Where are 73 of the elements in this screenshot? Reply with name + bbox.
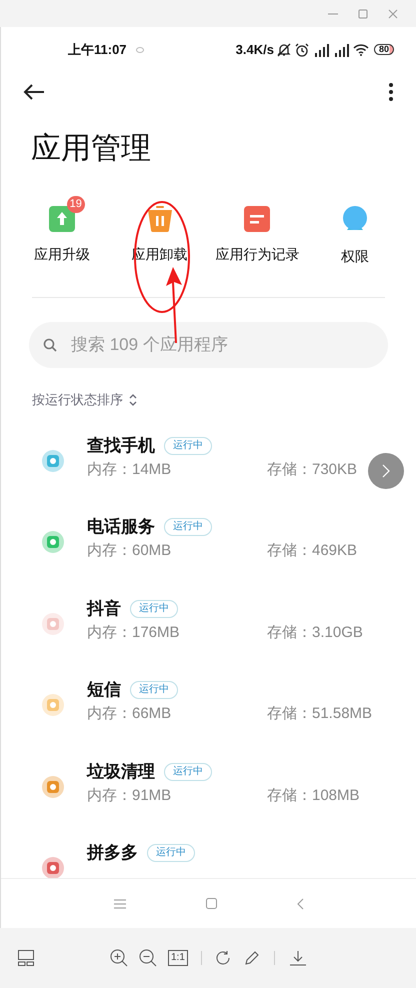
app-row[interactable]: 电话服务 运行中 内存：60MB 存储：469KB [1,515,416,596]
arrow-left-icon [23,84,45,100]
status-tag: 运行中 [164,762,212,780]
memory-usage: 内存：60MB [87,541,172,561]
pencil-icon[interactable] [244,950,260,966]
status-tag: 运行中 [130,681,178,699]
app-name: 短信 [87,679,121,701]
menu-icon[interactable] [114,898,126,908]
clock-text: 上午11:07 [68,40,127,59]
next-button[interactable] [368,452,404,488]
battery-indicator: 80 [374,44,394,55]
app-name: 电话服务 [87,516,155,538]
memory-usage: 内存：14MB [87,460,172,480]
more-icon [388,83,394,101]
storage-usage: 存储：51.58MB [267,704,372,724]
memory-usage: 内存：66MB [87,704,172,724]
app-icon [41,774,65,798]
trash-icon [146,206,173,232]
app-name: 垃圾清理 [87,760,155,782]
app-name: 查找手机 [87,434,155,456]
memory-usage: 内存：176MB [87,622,181,642]
quick-action[interactable]: 19 应用升级 [13,194,111,267]
search-field[interactable]: 搜索 109 个应用程序 [29,322,388,368]
search-icon [43,338,57,352]
status-tag: 运行中 [164,518,212,536]
signal-icon [332,42,349,56]
bell-off-icon [276,42,291,56]
app-row[interactable]: 垃圾清理 运行中 内存：91MB 存储：108MB [1,760,416,841]
app-icon [41,448,65,472]
count-badge: 19 [66,196,85,213]
document-icon [244,206,270,232]
zoom-in-icon[interactable] [110,949,128,967]
rotate-icon[interactable] [214,950,231,966]
sort-button[interactable]: 按运行状态排序 [32,390,137,410]
chevron-right-icon [382,464,390,478]
app-row[interactable]: 抖音 运行中 内存：176MB 存储：3.10GB [1,596,416,678]
sort-arrows-icon [129,394,137,406]
actual-size-button[interactable]: 1:1 [168,950,188,966]
home-icon[interactable] [206,898,216,909]
upload-icon [48,206,75,232]
alarm-icon [294,42,309,56]
storage-usage: 存储：469KB [267,541,358,561]
status-tag: 运行中 [164,436,212,454]
quick-action[interactable]: 权限 [306,194,404,267]
app-icon [41,612,65,636]
download-icon[interactable] [288,950,307,966]
memory-usage: 内存：91MB [87,786,172,806]
back-button[interactable] [23,84,45,100]
wifi-icon [352,43,369,56]
app-row[interactable]: 拼多多 运行中 [1,841,416,878]
quick-action[interactable]: 应用行为记录 [208,194,306,267]
app-icon [41,856,65,878]
storage-usage: 存储：3.10GB [267,622,363,642]
cloud-icon [136,46,144,52]
app-row[interactable]: 短信 运行中 内存：66MB 存储：51.58MB [1,678,416,760]
app-row[interactable]: 查找手机 运行中 内存：14MB 存储：730KB [1,434,416,515]
thumbnails-icon[interactable] [18,950,34,966]
back-icon[interactable] [296,898,304,910]
storage-usage: 存储：730KB [267,460,358,480]
close-icon[interactable] [388,8,398,18]
app-icon [41,530,65,554]
page-title: 应用管理 [31,131,151,167]
signal-icon [312,42,329,56]
app-name: 抖音 [87,598,121,620]
app-name: 拼多多 [87,842,138,864]
network-speed: 3.4K/s [236,40,274,59]
maximize-icon[interactable] [358,8,368,18]
more-button[interactable] [388,83,394,101]
storage-usage: 存储：108MB [267,786,360,806]
status-tag: 运行中 [147,844,195,862]
status-tag: 运行中 [130,600,178,618]
app-icon [41,693,65,717]
zoom-out-icon[interactable] [139,949,157,967]
